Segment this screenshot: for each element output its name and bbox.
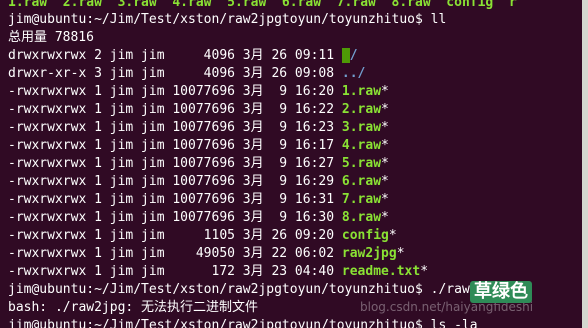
file-name: raw2jpg* [341, 246, 405, 261]
file-row-meta: -rwxrwxrwx 1 jim jim 10077696 3月 9 16:23 [8, 120, 342, 135]
file-row-meta: -rwxrwxrwx 1 jim jim 10077696 3月 9 16:30 [8, 210, 342, 225]
prompt-line-run: jim@ubuntu:~/Jim/Test/xston/raw2jpgtoyun… [8, 282, 502, 297]
file-row-meta: -rwxrwxrwx 1 jim jim 10077696 3月 9 16:27 [8, 156, 342, 171]
file-name: 7.raw* [341, 192, 389, 207]
scrollbar[interactable] [582, 0, 588, 328]
total-line: 总用量 78816 [8, 30, 94, 45]
file-row-meta: -rwxrwxrwx 1 jim jim 1105 3月 26 09:20 [8, 228, 342, 243]
terminal-window[interactable]: 1.raw 2.raw 3.raw 4.raw 5.raw 6.raw 7.ra… [0, 0, 588, 328]
file-name: readme.txt* [341, 264, 429, 279]
file-row: -rwxrwxrwx 1 jim jim 172 3月 23 04:40 rea… [8, 263, 428, 281]
file-row: -rwxrwxrwx 1 jim jim 10077696 3月 9 16:31… [8, 191, 389, 209]
file-row: drwxrwxrwx 2 jim jim 4096 3月 26 09:11 / [8, 47, 358, 65]
file-row-meta: drwxrwxrwx 2 jim jim 4096 3月 26 09:11 [8, 48, 342, 63]
current-dir-highlight [341, 48, 350, 63]
file-name: 2.raw* [341, 102, 389, 117]
file-row-meta: -rwxrwxrwx 1 jim jim 10077696 3月 9 16:29 [8, 174, 342, 189]
file-row: -rwxrwxrwx 1 jim jim 10077696 3月 9 16:22… [8, 101, 389, 119]
file-row: -rwxrwxrwx 1 jim jim 10077696 3月 9 16:29… [8, 173, 389, 191]
file-name: 3.raw* [341, 120, 389, 135]
prompt-line-ls: jim@ubuntu:~/Jim/Test/xston/raw2jpgtoyun… [8, 318, 478, 328]
file-row: -rwxrwxrwx 1 jim jim 10077696 3月 9 16:27… [8, 155, 389, 173]
file-row: -rwxrwxrwx 1 jim jim 10077696 3月 9 16:20… [8, 83, 389, 101]
error-line: bash: ./raw2jpg: 无法执行二进制文件 [8, 300, 259, 315]
file-row-meta: -rwxrwxrwx 1 jim jim 10077696 3月 9 16:20 [8, 84, 342, 99]
file-row: drwxr-xr-x 3 jim jim 4096 3月 26 09:08 ..… [8, 65, 365, 83]
file-row-meta: -rwxrwxrwx 1 jim jim 49050 3月 22 06:02 [8, 246, 342, 261]
file-name: 8.raw* [341, 210, 389, 225]
file-row-meta: drwxr-xr-x 3 jim jim 4096 3月 26 09:08 [8, 66, 342, 81]
file-name: 6.raw* [341, 174, 389, 189]
file-row: -rwxrwxrwx 1 jim jim 49050 3月 22 06:02 r… [8, 245, 405, 263]
file-row-meta: -rwxrwxrwx 1 jim jim 172 3月 23 04:40 [8, 264, 342, 279]
file-name: 5.raw* [341, 156, 389, 171]
prompt-line-ll: jim@ubuntu:~/Jim/Test/xston/raw2jpgtoyun… [8, 12, 447, 27]
file-name: 1.raw* [341, 84, 389, 99]
file-row: -rwxrwxrwx 1 jim jim 1105 3月 26 09:20 co… [8, 227, 397, 245]
file-name: ../ [341, 66, 366, 81]
file-row-meta: -rwxrwxrwx 1 jim jim 10077696 3月 9 16:31 [8, 192, 342, 207]
file-name: / [341, 48, 358, 63]
file-row: -rwxrwxrwx 1 jim jim 10077696 3月 9 16:23… [8, 119, 389, 137]
file-row: -rwxrwxrwx 1 jim jim 10077696 3月 9 16:17… [8, 137, 389, 155]
file-row: -rwxrwxrwx 1 jim jim 10077696 3月 9 16:30… [8, 209, 389, 227]
file-row-meta: -rwxrwxrwx 1 jim jim 10077696 3月 9 16:22 [8, 102, 342, 117]
file-row-meta: -rwxrwxrwx 1 jim jim 10077696 3月 9 16:17 [8, 138, 342, 153]
color-badge: 草绿色 [470, 281, 532, 303]
file-name: 4.raw* [341, 138, 389, 153]
file-name: config* [341, 228, 397, 243]
